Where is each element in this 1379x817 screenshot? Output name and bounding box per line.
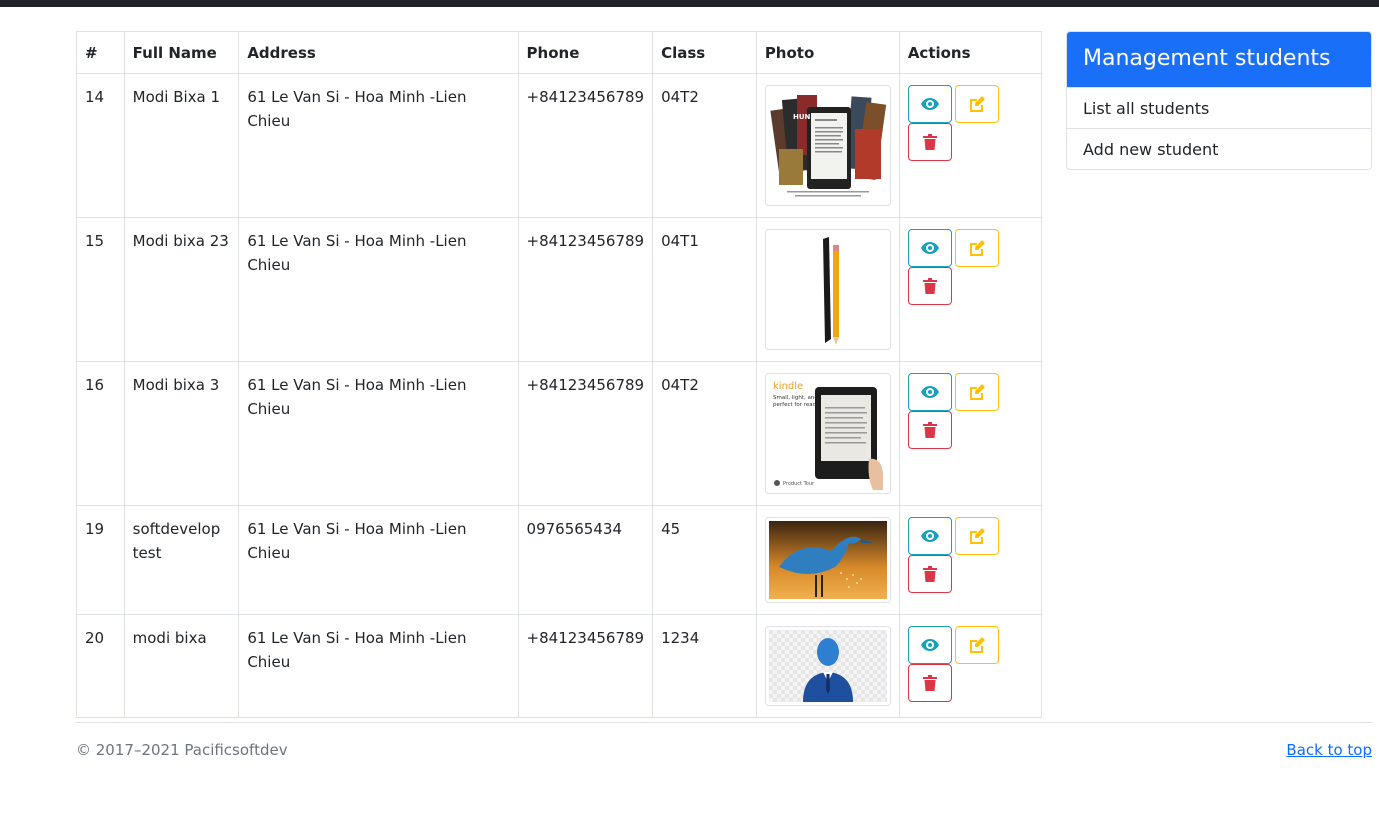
edit-button[interactable] [954,626,999,664]
edit-icon [969,528,985,544]
footer-copyright: © 2017–2021 Pacificsoftdev [76,741,288,759]
table-row: 20 modi bixa 61 Le Van Si - Hoa Minh -Li… [76,614,1043,718]
back-to-top-link[interactable]: Back to top [1286,741,1372,759]
sidebar-title: Management students [1067,32,1371,87]
column-header-address: Address [238,31,519,74]
delete-button[interactable] [907,267,952,305]
student-name: Modi Bixa 1 [123,73,240,218]
student-class: 04T1 [652,217,757,362]
trash-icon [922,278,937,294]
student-id: 16 [76,361,125,506]
student-class: 1234 [652,614,757,718]
delete-button[interactable] [907,411,952,449]
students-table: # Full Name Address Phone Class Photo Ac… [76,31,1043,718]
table-row: 14 Modi Bixa 1 61 Le Van Si - Hoa Minh -… [76,73,1043,218]
student-id: 19 [76,505,125,615]
svg-text:HUN: HUN [793,113,811,121]
column-header-number: # [76,31,125,74]
table-header-row: # Full Name Address Phone Class Photo Ac… [76,31,1043,74]
student-name: softdevelop test [123,505,240,615]
student-class: 04T2 [652,73,757,218]
user-avatar-photo [764,626,891,706]
eye-icon [920,386,939,398]
ereader-pencil-photo [764,229,891,350]
student-id: 20 [76,614,125,718]
trash-icon [922,134,937,150]
trash-icon [922,566,937,582]
student-address: 61 Le Van Si - Hoa Minh -Lien Chieu [238,361,519,506]
view-button[interactable] [907,517,952,555]
student-phone: +84123456789 [517,614,654,718]
sidebar-item-list-all-students[interactable]: List all students [1067,87,1371,128]
table-row: 19 softdevelop test 61 Le Van Si - Hoa M… [76,505,1043,615]
delete-button[interactable] [907,123,952,161]
edit-icon [969,96,985,112]
column-header-phone: Phone [517,31,654,74]
product-tour-text: Product Tour [783,481,815,487]
student-phone: 0976565434 [517,505,654,615]
edit-button[interactable] [954,229,999,267]
footer-divider [76,722,1372,723]
student-id: 14 [76,73,125,218]
sidebar-item-add-new-student[interactable]: Add new student [1067,128,1371,169]
student-phone: +84123456789 [517,361,654,506]
student-address: 61 Le Van Si - Hoa Minh -Lien Chieu [238,217,519,362]
trash-icon [922,422,937,438]
delete-button[interactable] [907,555,952,593]
student-class: 04T2 [652,361,757,506]
student-phone: +84123456789 [517,73,654,218]
student-name: Modi bixa 23 [123,217,240,362]
view-button[interactable] [907,229,952,267]
student-address: 61 Le Van Si - Hoa Minh -Lien Chieu [238,614,519,718]
trash-icon [922,675,937,691]
student-address: 61 Le Van Si - Hoa Minh -Lien Chieu [238,505,519,615]
edit-icon [969,240,985,256]
edit-button[interactable] [954,85,999,123]
top-navbar [0,0,1379,7]
table-row: 15 Modi bixa 23 61 Le Van Si - Hoa Minh … [76,217,1043,362]
kindle-brand-text: kindle [773,381,803,392]
kindle-tagline-line-1: Small, light, and [773,395,818,401]
table-row: 16 Modi bixa 3 61 Le Van Si - Hoa Minh -… [76,361,1043,506]
student-class: 45 [652,505,757,615]
blue-heron-photo [764,517,891,603]
management-sidebar: Management students List all students Ad… [1066,31,1372,170]
edit-icon [969,384,985,400]
ebook-collection-photo: HUN [764,85,891,206]
column-header-full-name: Full Name [123,31,240,74]
column-header-actions: Actions [898,31,1043,74]
edit-button[interactable] [954,373,999,411]
view-button[interactable] [907,85,952,123]
student-phone: +84123456789 [517,217,654,362]
edit-button[interactable] [954,517,999,555]
view-button[interactable] [907,373,952,411]
eye-icon [920,530,939,542]
column-header-photo: Photo [755,31,900,74]
student-id: 15 [76,217,125,362]
student-name: Modi bixa 3 [123,361,240,506]
column-header-class: Class [652,31,757,74]
view-button[interactable] [907,626,952,664]
student-address: 61 Le Van Si - Hoa Minh -Lien Chieu [238,73,519,218]
eye-icon [920,242,939,254]
edit-icon [969,637,985,653]
eye-icon [920,98,939,110]
eye-icon [920,639,939,651]
kindle-ad-photo: kindle Small, light, and perfect for rea… [764,373,891,494]
student-name: modi bixa [123,614,240,718]
delete-button[interactable] [907,664,952,702]
